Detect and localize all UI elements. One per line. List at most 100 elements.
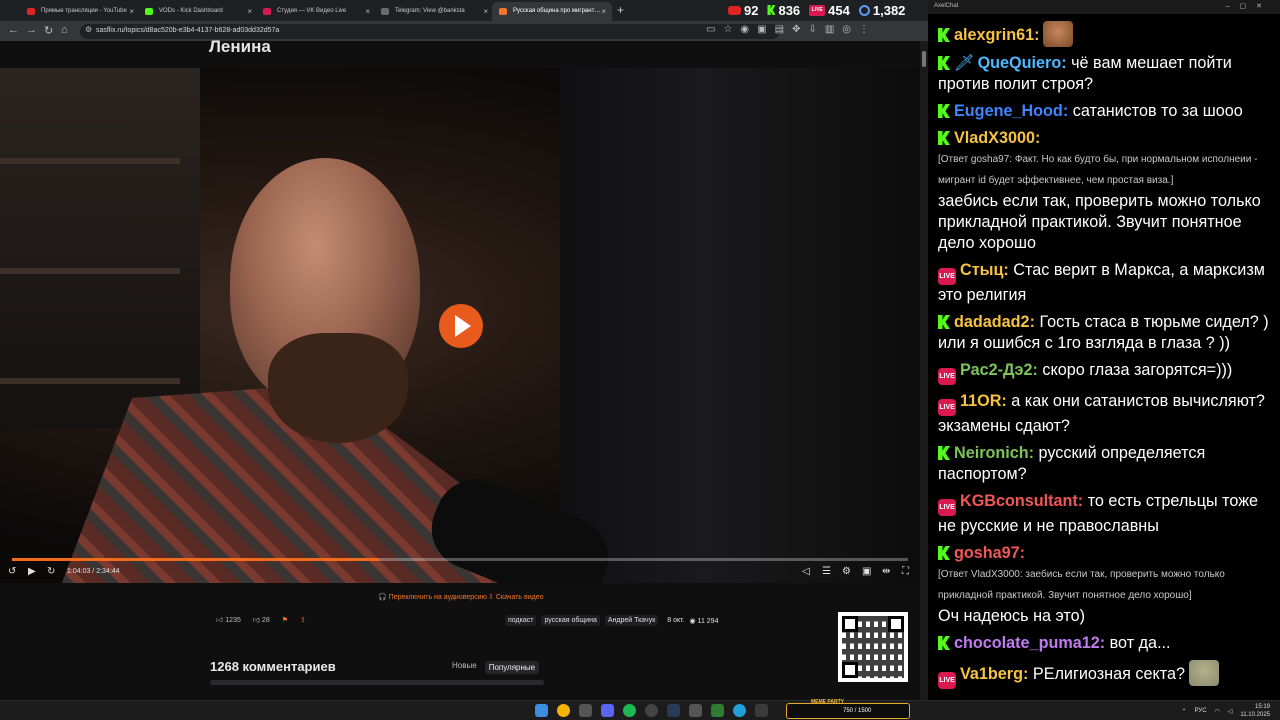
tab-close-icon[interactable]: × — [365, 7, 370, 16]
explorer-icon[interactable] — [579, 704, 592, 717]
chat-message: LIVE 11OR: а как они сатанистов вычисляют… — [938, 391, 1270, 437]
discord-icon[interactable] — [601, 704, 614, 717]
terminal-icon[interactable] — [755, 704, 768, 717]
tag-community[interactable]: русская община — [541, 615, 600, 626]
playlist-icon[interactable]: ☰ — [822, 566, 831, 577]
kick-badge-icon — [938, 104, 950, 118]
vk-live-badge-icon: LIVE — [938, 368, 956, 385]
wifi-icon[interactable]: ◠ — [1215, 708, 1220, 715]
kick-badge-icon — [938, 56, 950, 70]
tray-up-icon[interactable]: ⌃ — [1181, 708, 1186, 715]
bookmark-icon[interactable]: ⚑ — [282, 616, 288, 624]
window-controls[interactable]: –▢✕ — [1226, 2, 1272, 10]
chrome-icon[interactable] — [557, 704, 570, 717]
vk-count: 454 — [828, 2, 850, 18]
rewind-icon[interactable]: ↺ — [8, 566, 16, 577]
chat-nick: alexgrin61: — [954, 26, 1040, 44]
tab-label: Студия — VK Видео Live — [277, 8, 347, 14]
puzzle-icon[interactable]: ✥ — [792, 24, 800, 35]
comment-input-bar[interactable] — [210, 680, 544, 685]
tab-close-icon[interactable]: × — [129, 7, 134, 16]
browser-tab[interactable]: Telegram: View @banksta × — [374, 2, 494, 21]
chat-text: сатанистов то за шооо — [1072, 102, 1243, 120]
start-icon[interactable] — [535, 704, 548, 717]
chat-text: скоро глаза загорятся=))) — [1042, 361, 1233, 379]
chat-nick: Neironich: — [954, 444, 1035, 462]
time-display: 1:04:03 / 2:34:44 — [67, 568, 120, 575]
sidebar-icon[interactable]: ▥ — [825, 24, 834, 35]
volume-icon[interactable]: ◁ — [802, 566, 810, 577]
site-info-icon[interactable]: ⚙ — [85, 25, 92, 34]
url-text: sasflix.ru/topics/d8ac520b-e3b4-4137-b62… — [96, 27, 280, 34]
spotify-icon[interactable] — [623, 704, 636, 717]
chat-app-icon[interactable] — [711, 704, 724, 717]
chat-text: заебись если так, проверить можно только… — [938, 192, 1261, 252]
settings-icon[interactable]: ⚙ — [842, 566, 851, 577]
reload-icon[interactable]: ↻ — [44, 24, 53, 37]
back-icon[interactable]: ← — [8, 24, 19, 36]
chat-message: LIVE Рас2-Дэ2: скоро глаза загорятся=))) — [938, 360, 1270, 385]
download-video-link[interactable]: ⇩ Скачать видео — [488, 593, 544, 601]
download-icon[interactable]: ⇩ — [808, 24, 816, 35]
sound-icon[interactable]: ◁ — [1228, 708, 1233, 715]
forward-10-icon[interactable]: ↻ — [47, 566, 55, 577]
tag-guest[interactable]: Андрей Ткачук — [604, 615, 659, 626]
fullscreen-icon[interactable]: ⛶ — [902, 566, 909, 577]
star-icon[interactable]: ☆ — [723, 24, 732, 35]
progress-bar[interactable] — [12, 558, 908, 561]
chat-message: gosha97: [Ответ VladX3000: заебись если т… — [938, 543, 1270, 627]
tab-favicon — [499, 8, 507, 15]
clock-time: 15:19 — [1254, 704, 1270, 710]
profile-icon[interactable]: ◎ — [842, 24, 851, 35]
play-icon[interactable]: ▶ — [28, 566, 36, 577]
share-icon[interactable]: ⇪ — [300, 616, 306, 624]
video-player[interactable] — [0, 68, 920, 583]
screenshot-icon[interactable]: ▣ — [757, 24, 766, 35]
publish-date: 8 окт. — [667, 617, 685, 624]
tab-close-icon[interactable]: × — [247, 7, 252, 16]
forward-icon[interactable]: → — [26, 24, 37, 36]
tab-close-icon[interactable]: × — [601, 7, 606, 16]
theater-icon[interactable]: ⇹ — [882, 566, 890, 577]
new-tab-button[interactable]: + — [617, 3, 624, 17]
url-field[interactable]: ⚙ sasflix.ru/topics/d8ac520b-e3b4-4137-b… — [80, 24, 780, 39]
telegram-icon[interactable] — [733, 704, 746, 717]
home-icon[interactable]: ⌂ — [61, 24, 68, 36]
tab-close-icon[interactable]: × — [483, 7, 488, 16]
scroll-thumb[interactable] — [922, 51, 926, 67]
extension-icon[interactable]: ◉ — [740, 24, 749, 35]
browser-tab[interactable]: Русская община про мигрант… × — [492, 2, 612, 21]
reader-icon[interactable]: ▤ — [775, 24, 784, 35]
browser-tab[interactable]: Студия — VK Видео Live × — [256, 2, 376, 21]
chat-message: 🗡 QueQuiero: чё вам мешает пойти против п… — [938, 53, 1270, 95]
chat-messages: alexgrin61: 🗡 QueQuiero: чё вам мешает по… — [938, 21, 1270, 695]
dislike-button[interactable]: 👎︎ 28 — [253, 615, 270, 624]
play-button[interactable] — [439, 304, 483, 348]
pip-icon[interactable]: ▣ — [862, 566, 871, 577]
clock-date: 11.10.2025 — [1240, 712, 1270, 718]
steam-icon[interactable] — [667, 704, 680, 717]
kick-badge-icon — [938, 315, 950, 329]
language[interactable]: РУС — [1195, 708, 1207, 714]
obs-icon[interactable] — [645, 704, 658, 717]
app-icon[interactable] — [689, 704, 702, 717]
browser-tab[interactable]: VODs - Kick Dashboard × — [138, 2, 258, 21]
tab-favicon — [27, 8, 35, 15]
menu-icon[interactable]: ⋮ — [859, 24, 869, 35]
sort-popular[interactable]: Популярные — [484, 661, 540, 674]
chat-nick: 11OR: — [960, 392, 1007, 410]
page-scrollbar[interactable] — [920, 41, 928, 700]
chat-message: LIVE Стыц: Стас верит в Маркса, а марксиз… — [938, 260, 1270, 306]
tag-podcast[interactable]: подкаст — [505, 615, 537, 626]
like-count: 1235 — [225, 617, 241, 624]
cast-icon[interactable]: ▭ — [706, 24, 715, 35]
duration: 2:34:44 — [96, 568, 120, 575]
clock[interactable]: 15:19 11.10.2025 — [1240, 703, 1270, 719]
like-button[interactable]: 👍︎ 1235 — [216, 615, 241, 624]
views-icon: ◉ — [689, 617, 696, 625]
browser-tab[interactable]: Прямые трансляции - YouTube × — [20, 2, 140, 21]
audio-version-link[interactable]: 🎧 Переключить на аудиоверсию — [378, 593, 487, 601]
chat-nick: gosha97: — [954, 544, 1026, 562]
sort-new[interactable]: Новые — [452, 661, 477, 674]
meme-party-widget[interactable]: MEME PARTY 750 / 1500 — [786, 699, 910, 719]
